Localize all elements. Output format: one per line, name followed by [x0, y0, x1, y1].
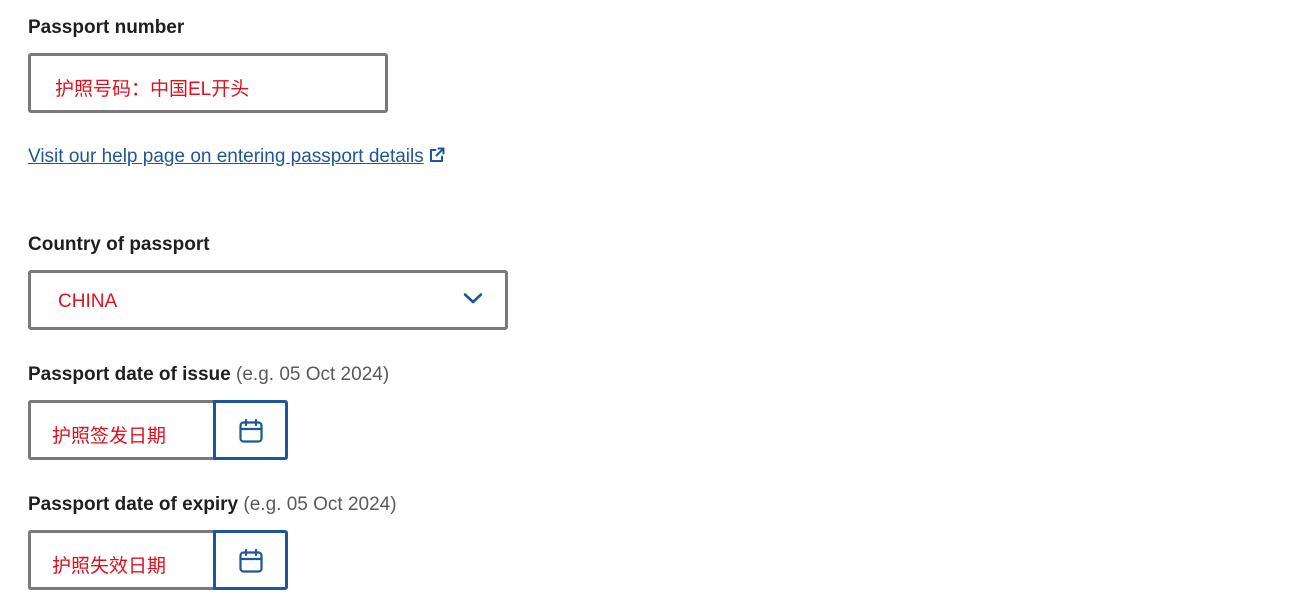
- country-selected-value: CHINA: [58, 291, 118, 312]
- date-of-issue-value: 护照签发日期: [52, 426, 167, 447]
- date-of-expiry-field: 护照失效日期: [28, 530, 288, 590]
- external-link-icon: [429, 147, 445, 162]
- date-of-expiry-hint: (e.g. 05 Oct 2024): [243, 494, 397, 515]
- date-of-issue-label: Passport date of issue (e.g. 05 Oct 2024…: [28, 364, 390, 385]
- date-of-expiry-calendar-button[interactable]: [213, 530, 288, 590]
- passport-number-label: Passport number: [28, 17, 185, 38]
- chevron-down-icon: [463, 293, 483, 304]
- date-of-issue-field: 护照签发日期: [28, 400, 288, 460]
- help-page-link[interactable]: Visit our help page on entering passport…: [28, 146, 446, 168]
- date-of-expiry-label: Passport date of expiry (e.g. 05 Oct 202…: [28, 494, 397, 515]
- country-label: Country of passport: [28, 234, 210, 255]
- calendar-icon: [239, 418, 263, 443]
- country-select[interactable]: CHINA: [28, 270, 508, 330]
- passport-number-input[interactable]: 护照号码：中国EL开头: [28, 53, 388, 113]
- date-of-issue-input[interactable]: 护照签发日期: [28, 400, 216, 460]
- date-of-expiry-value: 护照失效日期: [52, 556, 167, 577]
- passport-number-value: 护照号码：中国EL开头: [55, 79, 250, 100]
- calendar-icon: [239, 548, 263, 573]
- date-of-issue-hint: (e.g. 05 Oct 2024): [236, 364, 390, 385]
- date-of-issue-calendar-button[interactable]: [213, 400, 288, 460]
- date-of-expiry-input[interactable]: 护照失效日期: [28, 530, 216, 590]
